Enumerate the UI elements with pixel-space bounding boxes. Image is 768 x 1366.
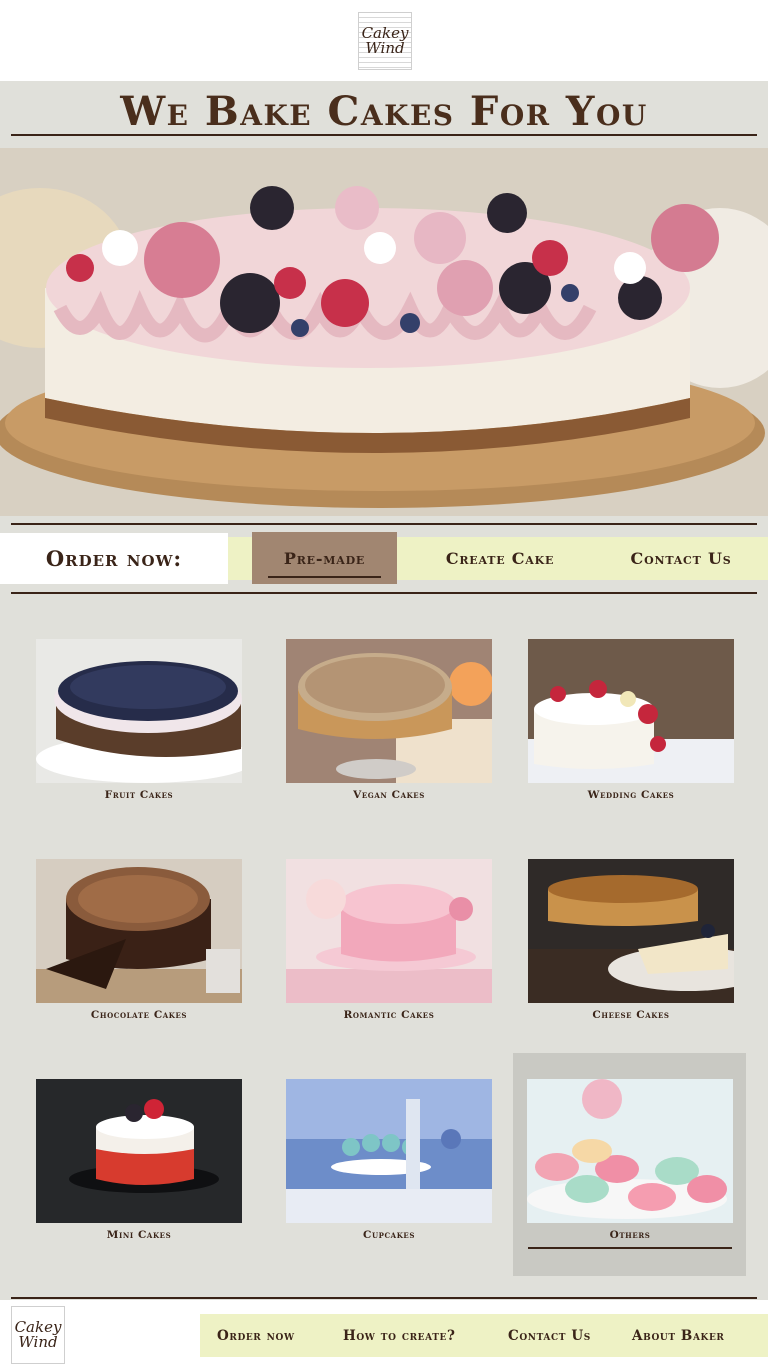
category-card-cheese-cakes[interactable]: Cheese Cakes bbox=[528, 859, 734, 1021]
footer-logo[interactable]: Cakey Wind bbox=[11, 1306, 65, 1364]
hero-title: We Bake Cakes For You bbox=[120, 88, 648, 135]
card-label: Cheese Cakes bbox=[592, 1009, 670, 1021]
footer-link-order-now[interactable]: Order now bbox=[217, 1314, 295, 1357]
cheese-cakes-image bbox=[528, 859, 734, 1003]
mini-cakes-image bbox=[36, 1079, 242, 1223]
category-card-romantic-cakes[interactable]: Romantic Cakes bbox=[286, 859, 492, 1021]
hero-cake-image bbox=[0, 148, 768, 516]
category-card-fruit-cakes[interactable]: Fruit Cakes bbox=[36, 639, 242, 801]
card-label: Wedding Cakes bbox=[587, 789, 675, 801]
wedding-cakes-image bbox=[528, 639, 734, 783]
footer-link-contact-us[interactable]: Contact Us bbox=[508, 1314, 591, 1357]
fruit-cakes-image bbox=[36, 639, 242, 783]
tab-label: Pre-made bbox=[283, 548, 366, 568]
category-card-others[interactable]: Others bbox=[527, 1079, 733, 1249]
logo-line-2: Wind bbox=[18, 1333, 58, 1351]
chocolate-cakes-image bbox=[36, 859, 242, 1003]
footer-link-about-baker[interactable]: About Baker bbox=[632, 1314, 725, 1357]
logo-line-2: Wind bbox=[365, 39, 405, 57]
tab-create-cake[interactable]: Create Cake bbox=[418, 537, 582, 580]
order-now-label: Order now: bbox=[0, 533, 228, 584]
divider bbox=[11, 592, 757, 594]
active-underline bbox=[268, 576, 381, 578]
card-label: Fruit Cakes bbox=[104, 789, 174, 801]
card-label: Chocolate Cakes bbox=[90, 1009, 188, 1021]
category-card-cupcakes[interactable]: Cupcakes bbox=[286, 1079, 492, 1241]
category-card-mini-cakes[interactable]: Mini Cakes bbox=[36, 1079, 242, 1241]
card-label: Romantic Cakes bbox=[343, 1009, 435, 1021]
category-tabs: Pre-made Create Cake Contact Us bbox=[228, 532, 768, 584]
others-image bbox=[527, 1079, 733, 1223]
romantic-cakes-image bbox=[286, 859, 492, 1003]
category-card-vegan-cakes[interactable]: Vegan Cakes bbox=[286, 639, 492, 801]
footer-link-how-to-create[interactable]: How to create? bbox=[343, 1314, 456, 1357]
category-card-wedding-cakes[interactable]: Wedding Cakes bbox=[528, 639, 734, 801]
tab-pre-made[interactable]: Pre-made bbox=[252, 532, 397, 584]
footer-nav: Order now How to create? Contact Us Abou… bbox=[200, 1314, 768, 1357]
brand-logo[interactable]: Cakey Wind bbox=[358, 12, 412, 70]
divider bbox=[11, 1297, 757, 1299]
tab-label: Contact Us bbox=[630, 549, 732, 568]
card-label: Mini Cakes bbox=[106, 1229, 172, 1241]
tab-label: Create Cake bbox=[445, 549, 555, 568]
card-label: Others bbox=[609, 1229, 651, 1241]
site-header: Cakey Wind bbox=[0, 0, 768, 81]
selected-underline bbox=[528, 1247, 732, 1249]
category-card-chocolate-cakes[interactable]: Chocolate Cakes bbox=[36, 859, 242, 1021]
vegan-cakes-image bbox=[286, 639, 492, 783]
cupcakes-image bbox=[286, 1079, 492, 1223]
divider bbox=[11, 523, 757, 525]
card-label: Cupcakes bbox=[362, 1229, 415, 1241]
tab-contact-us[interactable]: Contact Us bbox=[604, 537, 758, 580]
card-label: Vegan Cakes bbox=[353, 789, 425, 801]
divider bbox=[11, 134, 757, 136]
